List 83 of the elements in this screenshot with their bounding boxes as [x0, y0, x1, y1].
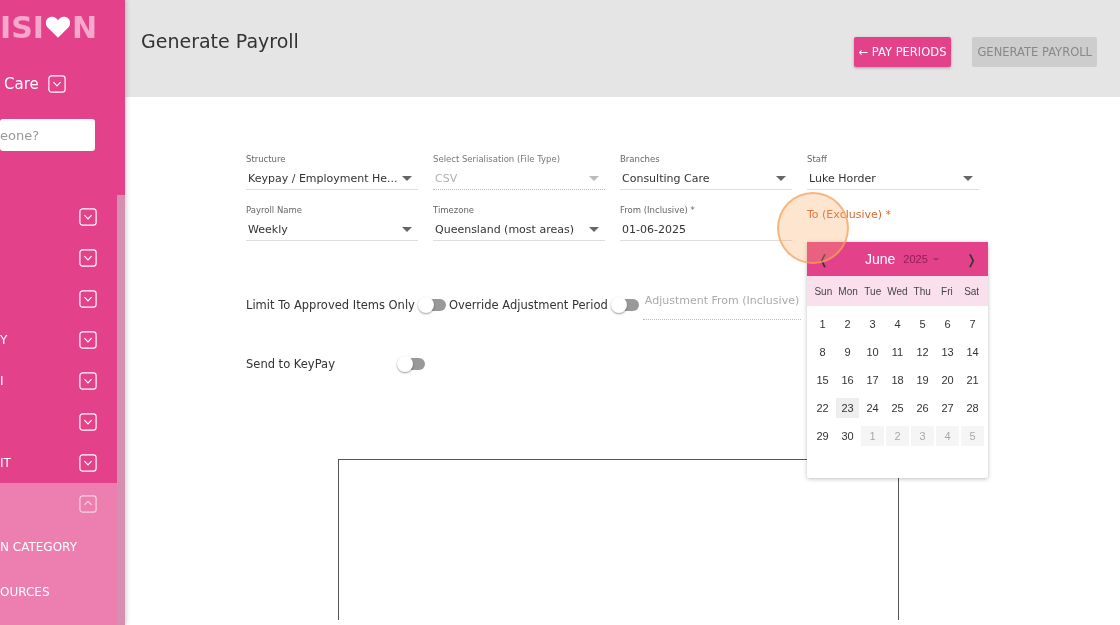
calendar-day[interactable]: 28 — [961, 398, 984, 418]
caret-icon — [402, 175, 412, 181]
calendar-day[interactable]: 30 — [836, 426, 859, 446]
toggle-label: Override Adjustment Period — [448, 298, 608, 312]
calendar-day[interactable]: 12 — [911, 342, 934, 362]
calendar-day[interactable]: 5 — [911, 314, 934, 334]
menu-item[interactable]: I — [0, 373, 4, 388]
field-label: Staff — [807, 154, 828, 166]
menu-item[interactable]: Y — [0, 332, 8, 347]
toggle-switch[interactable] — [417, 299, 446, 311]
caret-icon — [776, 175, 786, 181]
heart-icon — [44, 15, 71, 39]
chevron-down-icon[interactable] — [79, 330, 97, 349]
calendar-day[interactable]: 8 — [811, 342, 834, 362]
chevron-down-icon[interactable] — [79, 412, 97, 431]
month-label: June — [865, 251, 896, 267]
chevron-down-icon[interactable] — [79, 207, 97, 226]
calendar-day[interactable]: 18 — [886, 370, 909, 390]
page-title: Generate Payroll — [141, 30, 299, 52]
calendar-day[interactable]: 1 — [811, 314, 834, 334]
toggle-switch[interactable] — [610, 299, 639, 311]
toggle-switch[interactable] — [397, 358, 425, 370]
calendar-day[interactable]: 9 — [836, 342, 859, 362]
caret-icon — [402, 226, 412, 232]
weekday-label: Mon — [837, 285, 859, 297]
caret-icon — [963, 175, 973, 181]
chevron-down-icon[interactable] — [47, 75, 66, 93]
calendar-day[interactable]: 11 — [886, 342, 909, 362]
logo-text: N — [71, 9, 98, 45]
calendar-day[interactable]: 14 — [961, 342, 984, 362]
calendar-day[interactable]: 22 — [811, 398, 834, 418]
weekday-label: Fri — [940, 285, 954, 297]
field-label: Select Serialisation (File Type) — [433, 154, 562, 166]
weekday-label: Tue — [863, 285, 883, 297]
field-label: Timezone — [433, 205, 476, 217]
calendar-day[interactable]: 6 — [936, 314, 959, 334]
chevron-down-icon[interactable] — [79, 371, 97, 390]
calendar-day[interactable]: 15 — [811, 370, 834, 390]
search-field[interactable]: eone? — [0, 119, 95, 151]
chevron-down-icon[interactable] — [79, 248, 97, 267]
dropdown[interactable]: Keypay / Employment He... — [246, 167, 418, 190]
calendar-day[interactable]: 23 — [836, 398, 859, 418]
toggle-label: Send to KeyPay — [246, 357, 336, 371]
logo-text: ISI — [0, 9, 44, 45]
menu-item[interactable]: IT — [0, 455, 11, 470]
chevron-down-icon[interactable] — [79, 289, 97, 308]
calendar-day[interactable]: 10 — [861, 342, 884, 362]
weekday-label: Wed — [886, 285, 909, 297]
calendar-day[interactable]: 3 — [861, 314, 884, 334]
dropdown[interactable]: Luke Horder — [807, 167, 979, 190]
weekday-label: Sun — [813, 285, 834, 297]
calendar-day[interactable]: 7 — [961, 314, 984, 334]
dropdown[interactable]: Queensland (most areas) — [433, 218, 605, 241]
calendar-day[interactable]: 27 — [936, 398, 959, 418]
calendar-day[interactable]: 26 — [911, 398, 934, 418]
calendar-day[interactable]: 19 — [911, 370, 934, 390]
calendar-day[interactable]: 4 — [886, 314, 909, 334]
scrollbar[interactable] — [117, 195, 125, 625]
calendar-day[interactable]: 13 — [936, 342, 959, 362]
calendar-day[interactable]: 21 — [961, 370, 984, 390]
field-label: Payroll Name — [246, 205, 303, 217]
weekday-label: Sat — [963, 285, 981, 297]
chevron-down-icon[interactable] — [79, 453, 97, 472]
field-label: Structure — [246, 154, 287, 166]
calendar-day[interactable]: 25 — [886, 398, 909, 418]
calendar-day[interactable]: 17 — [861, 370, 884, 390]
field-label: From (Inclusive) * — [620, 205, 696, 217]
calendar-day[interactable]: 2 — [836, 314, 859, 334]
branch-name: Care — [4, 75, 39, 93]
weekday-label: Thu — [912, 285, 932, 297]
dropdown[interactable]: Weekly — [246, 218, 418, 241]
toggle-label: Limit To Approved Items Only — [246, 298, 415, 312]
dropdown[interactable]: Consulting Care — [620, 167, 792, 190]
calendar-day[interactable]: 24 — [861, 398, 884, 418]
back-button[interactable]: ← PAY PERIODS — [853, 37, 952, 67]
calendar-day[interactable]: 29 — [811, 426, 834, 446]
calendar-day[interactable]: 20 — [936, 370, 959, 390]
date-field[interactable]: 01-06-2025 — [620, 218, 792, 241]
caret-icon — [589, 175, 599, 181]
caret-icon — [589, 226, 599, 232]
caret-icon — [932, 257, 939, 261]
field-label: Branches — [620, 154, 661, 166]
calendar-day[interactable]: 16 — [836, 370, 859, 390]
